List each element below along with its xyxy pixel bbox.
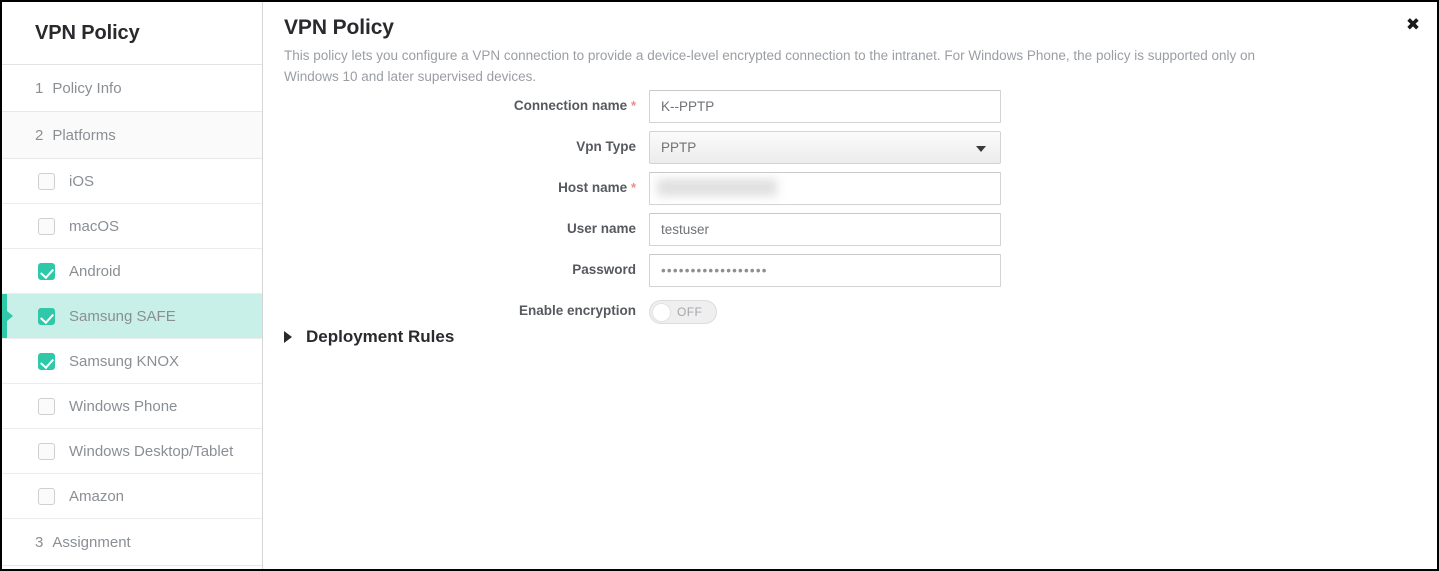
sidebar-step-platforms[interactable]: 2 Platforms <box>2 112 262 159</box>
field-row-connection-name: Connection name * <box>263 90 1437 123</box>
checkbox-checked-icon[interactable] <box>38 307 55 325</box>
platform-label: Windows Desktop/Tablet <box>69 442 234 460</box>
connection-name-input[interactable] <box>649 90 1001 123</box>
checkbox-checked-icon[interactable] <box>38 352 55 370</box>
wizard-sidebar: VPN Policy 1 Policy Info 2 Platforms iOS… <box>2 2 263 569</box>
sidebar-item-windows-desktop-tablet[interactable]: Windows Desktop/Tablet <box>2 429 262 474</box>
user-name-control <box>649 213 1001 246</box>
password-input[interactable] <box>649 254 1001 287</box>
checkbox-checked-icon[interactable] <box>38 262 55 280</box>
field-row-user-name: User name <box>263 213 1437 246</box>
platform-label: Samsung SAFE <box>69 307 176 325</box>
field-row-vpn-type: Vpn Type PPTP <box>263 131 1437 164</box>
policy-dialog: VPN Policy 1 Policy Info 2 Platforms iOS… <box>0 0 1439 571</box>
sidebar-item-amazon[interactable]: Amazon <box>2 474 262 519</box>
platform-label: macOS <box>69 217 120 235</box>
sidebar-step-assignment[interactable]: 3 Assignment <box>2 519 262 566</box>
host-name-input[interactable] <box>649 172 1001 205</box>
checkbox-icon[interactable] <box>38 442 55 460</box>
password-control <box>649 254 1001 287</box>
sidebar-item-samsung-knox[interactable]: Samsung KNOX <box>2 339 262 384</box>
step-number: 1 <box>35 79 44 97</box>
vpn-type-label: Vpn Type <box>576 139 636 154</box>
connection-name-label: Connection name * <box>513 98 636 113</box>
checkbox-icon[interactable] <box>38 217 55 235</box>
platform-label: Amazon <box>69 487 125 505</box>
step-label: Platforms <box>52 126 116 144</box>
platform-label: Android <box>69 262 121 280</box>
required-marker: * <box>630 98 636 113</box>
enable-encryption-toggle[interactable]: OFF <box>649 300 717 324</box>
field-row-host-name: Host name * <box>263 172 1437 205</box>
sidebar-title: VPN Policy <box>2 2 262 65</box>
connection-name-control <box>649 90 1001 123</box>
step-label: Policy Info <box>52 79 122 97</box>
user-name-label: User name <box>566 221 636 236</box>
step-label: Assignment <box>52 533 131 551</box>
field-row-password: Password <box>263 254 1437 287</box>
host-name-control <box>649 172 1001 205</box>
toggle-knob <box>652 303 671 322</box>
page-description: This policy lets you configure a VPN con… <box>284 48 1256 84</box>
field-row-enable-encryption: Enable encryption OFF <box>263 295 1437 324</box>
close-icon[interactable]: ✖ <box>1403 16 1423 36</box>
platform-label: Windows Phone <box>69 397 178 415</box>
enable-encryption-label: Enable encryption <box>518 303 636 318</box>
deployment-rules-section-toggle[interactable]: Deployment Rules <box>284 327 454 347</box>
sidebar-item-windows-phone[interactable]: Windows Phone <box>2 384 262 429</box>
sidebar-item-macos[interactable]: macOS <box>2 204 262 249</box>
redacted-value-overlay <box>657 179 777 196</box>
enable-encryption-control: OFF <box>649 295 717 324</box>
platform-label: Samsung KNOX <box>69 352 180 370</box>
toggle-state-label: OFF <box>677 305 703 319</box>
vpn-type-select[interactable]: PPTP <box>649 131 1001 164</box>
page-title: VPN Policy <box>284 16 394 39</box>
chevron-down-icon <box>976 146 986 152</box>
sidebar-item-android[interactable]: Android <box>2 249 262 294</box>
checkbox-icon[interactable] <box>38 397 55 415</box>
vpn-type-value: PPTP <box>661 140 697 155</box>
checkbox-icon[interactable] <box>38 172 55 190</box>
user-name-input[interactable] <box>649 213 1001 246</box>
main-panel: ✖ VPN Policy This policy lets you config… <box>263 2 1437 569</box>
sidebar-step-policy-info[interactable]: 1 Policy Info <box>2 65 262 112</box>
vpn-form: Connection name * Vpn Type PPTP <box>263 90 1437 332</box>
platform-label: iOS <box>69 172 95 190</box>
vpn-type-control: PPTP <box>649 131 1001 164</box>
sidebar-item-ios[interactable]: iOS <box>2 159 262 204</box>
step-number: 3 <box>35 533 44 551</box>
required-marker: * <box>630 180 636 195</box>
checkbox-icon[interactable] <box>38 487 55 505</box>
password-label: Password <box>572 262 636 277</box>
host-name-label: Host name * <box>558 180 636 195</box>
deployment-rules-label: Deployment Rules <box>306 327 455 346</box>
step-number: 2 <box>35 126 44 144</box>
sidebar-item-samsung-safe[interactable]: Samsung SAFE <box>2 294 262 339</box>
chevron-right-icon <box>284 331 292 343</box>
